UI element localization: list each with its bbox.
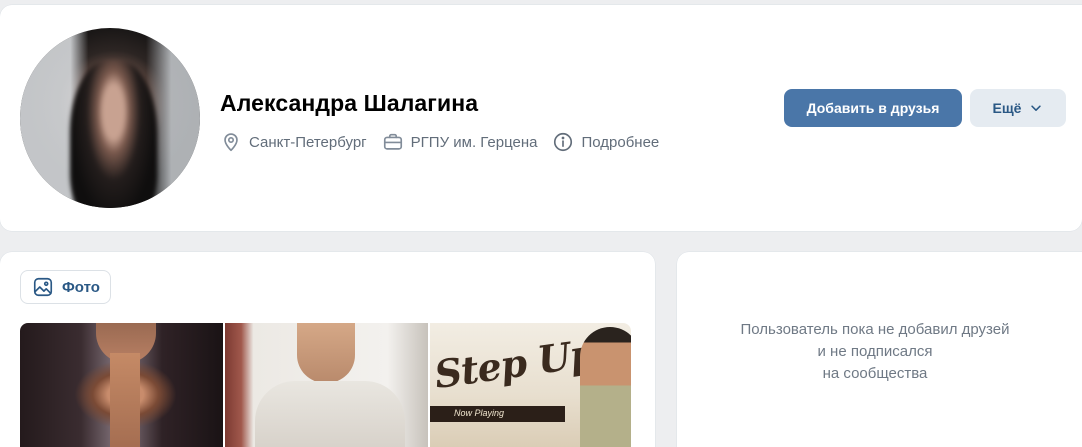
photo-icon [33, 277, 53, 297]
album-logo-text: Step Up [431, 329, 599, 398]
photo-thumbnail[interactable] [225, 323, 428, 447]
album-subtext: Now Playing [454, 408, 505, 418]
album-band: Now Playing [430, 406, 565, 422]
friends-empty-message: Пользователь пока не добавил друзей и не… [677, 319, 1073, 385]
photos-tab-label: Фото [62, 278, 100, 296]
profile-info-row: Санкт-Петербург РГПУ им. Герцена Подробн… [220, 127, 674, 157]
friends-card: Пользователь пока не добавил друзей и не… [677, 252, 1082, 447]
photo-thumbnail[interactable] [20, 323, 223, 447]
empty-line: и не подписался [817, 343, 933, 360]
photo-figure [580, 327, 631, 447]
profile-card: Александра Шалагина Санкт-Петербург РГПУ… [0, 5, 1082, 231]
city-item: Санкт-Петербург [220, 131, 367, 153]
education-label: РГПУ им. Герцена [410, 133, 538, 151]
photos-tab[interactable]: Фото [20, 270, 111, 304]
chevron-down-icon [1031, 105, 1042, 111]
more-button[interactable]: Ещё [970, 89, 1066, 127]
briefcase-icon [383, 133, 402, 150]
education-item: РГПУ им. Герцена [382, 131, 538, 153]
add-friend-button[interactable]: Добавить в друзья [784, 89, 962, 127]
location-icon [224, 133, 238, 152]
more-label: Ещё [992, 100, 1022, 116]
info-icon [554, 132, 573, 152]
empty-line: Пользователь пока не добавил друзей [740, 321, 1010, 338]
details-label: Подробнее [581, 133, 660, 151]
empty-line: на сообщества [822, 365, 928, 382]
photo-thumbnail[interactable]: Step Up Now Playing [430, 323, 631, 447]
details-link[interactable]: Подробнее [552, 131, 659, 153]
photos-card: Фото Step Up Now Playing [0, 252, 655, 447]
avatar[interactable] [20, 28, 200, 208]
profile-name: Александра Шалагина [220, 90, 479, 116]
city-label: Санкт-Петербург [249, 133, 367, 151]
